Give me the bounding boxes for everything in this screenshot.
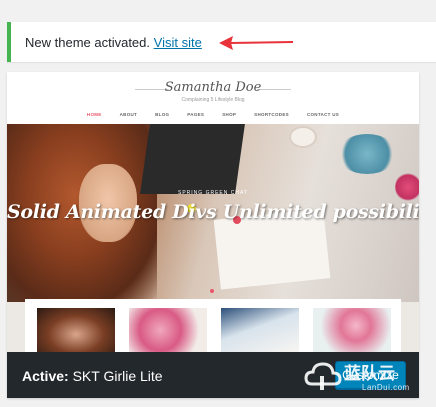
preview-thumbnails bbox=[25, 299, 401, 352]
preview-nav-blog: BLOG bbox=[155, 112, 170, 117]
active-label: Active: bbox=[22, 368, 69, 384]
theme-name-text: SKT Girlie Lite bbox=[72, 368, 163, 384]
thumbnail-pink-flowers bbox=[129, 308, 207, 352]
notice-text: New theme activated. Visit site bbox=[25, 35, 202, 50]
preview-site-header: Samantha Doe Complaining 5 Lifestyle Blo… bbox=[7, 72, 419, 124]
slider-dot bbox=[210, 289, 214, 293]
notice-message: New theme activated. bbox=[25, 35, 151, 50]
hero-pink-flowers bbox=[395, 172, 419, 202]
preview-nav-shortcodes: SHORTCODES bbox=[254, 112, 289, 117]
hero-blue-flowers bbox=[337, 134, 397, 174]
watermark-brand-cn: 蓝队云 bbox=[344, 364, 395, 383]
thumbnail-flower-vase bbox=[313, 308, 391, 352]
landui-watermark: 蓝队云 LanDui.com bbox=[304, 354, 432, 400]
preview-nav-pages: PAGES bbox=[187, 112, 205, 117]
hero-coffee-cup bbox=[289, 126, 317, 148]
preview-nav-shop: SHOP bbox=[222, 112, 237, 117]
hero-laptop bbox=[140, 124, 245, 194]
watermark-brand-en: LanDui.com bbox=[362, 383, 410, 392]
thumbnail-magazines bbox=[221, 308, 299, 352]
active-theme-name: Active: SKT Girlie Lite bbox=[22, 368, 163, 384]
preview-nav-home: HOME bbox=[86, 112, 102, 117]
preview-hero-image: SPRING GREEN CHAT Solid Animated Divs Un… bbox=[7, 124, 419, 302]
red-arrow-annotation bbox=[219, 36, 294, 50]
active-theme-card[interactable]: Samantha Doe Complaining 5 Lifestyle Blo… bbox=[7, 72, 419, 398]
hero-kicker: SPRING GREEN CHAT bbox=[178, 190, 248, 196]
cloud-logo-icon bbox=[304, 362, 342, 390]
preview-site-tagline: Complaining 5 Lifestyle Blog bbox=[181, 97, 245, 103]
preview-nav: HOME ABOUT BLOG PAGES SHOP SHORTCODES CO… bbox=[7, 112, 419, 117]
preview-site-logo: Samantha Doe bbox=[164, 80, 262, 95]
thumbnail-headphones-woman bbox=[37, 308, 115, 352]
preview-nav-contact: CONTACT US bbox=[306, 112, 340, 117]
visit-site-link[interactable]: Visit site bbox=[154, 35, 202, 50]
preview-nav-about: ABOUT bbox=[119, 112, 138, 117]
theme-screenshot[interactable]: Samantha Doe Complaining 5 Lifestyle Blo… bbox=[7, 72, 419, 352]
hero-title: Solid Animated Divs Unlimited possibilit… bbox=[7, 201, 419, 223]
